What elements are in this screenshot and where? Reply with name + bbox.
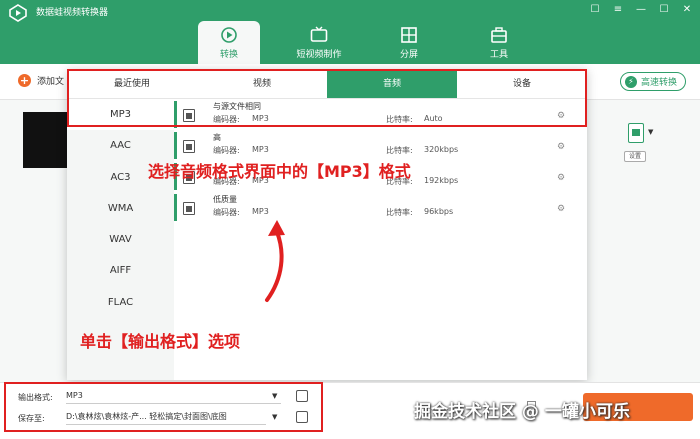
close-button[interactable]: ✕ [680, 3, 694, 17]
add-file-button[interactable]: + 添加文 [18, 74, 64, 87]
feedback-icon[interactable]: ☐ [588, 3, 602, 17]
app-logo-icon [9, 4, 27, 22]
bitrate-value: 96kbps [424, 207, 454, 216]
format-item-aiff[interactable]: AIFF [67, 255, 174, 286]
window-controls: ☐ ≡ — ☐ ✕ [588, 3, 694, 17]
nav-tab-split-screen[interactable]: 分屏 [378, 21, 440, 65]
save-path-field[interactable]: D:\袁林炫\袁林炫-产... 轻松搞定\封面图\底图 [66, 409, 266, 425]
watermark: 掘金技术社区 @ 一罐小可乐 [414, 402, 630, 422]
plus-icon: + [18, 74, 31, 87]
tab-recent[interactable]: 最近使用 [67, 69, 197, 98]
gear-icon[interactable]: ⚙ [557, 204, 565, 214]
gear-icon[interactable]: ⚙ [557, 142, 565, 152]
format-item-wma[interactable]: WMA [67, 193, 174, 224]
app-header: 数据蛙视频转换器 ☐ ≡ — ☐ ✕ 转换 短视频制作 分屏 工具 [0, 0, 700, 65]
video-thumbnail[interactable] [23, 112, 69, 168]
preset-bar [174, 194, 177, 221]
bitrate-value: 320kbps [424, 145, 459, 154]
preset-name: 高 [213, 133, 221, 142]
preset-name: 低质量 [213, 195, 237, 204]
nav-tab-label: 工具 [489, 50, 508, 60]
codec-value: MP3 [252, 145, 269, 154]
minimize-button[interactable]: — [634, 3, 648, 17]
annotation-arrow-icon [265, 220, 285, 302]
codec-value: MP3 [252, 207, 269, 216]
toolbox-icon [491, 27, 507, 43]
gear-icon[interactable]: ⚙ [557, 173, 565, 183]
preset-item[interactable]: 低质量 编码器: MP3 比特率: 96kbps ⚙ [174, 192, 587, 223]
format-settings-icon[interactable] [296, 390, 308, 402]
folder-icon[interactable] [296, 411, 308, 423]
nav-tab-label: 分屏 [399, 50, 418, 60]
nav-tab-short-video[interactable]: 短视频制作 [288, 21, 350, 65]
nav-tab-label: 短视频制作 [296, 50, 342, 60]
high-speed-toggle[interactable]: ⚡ 高速转换 [619, 72, 686, 91]
preset-item[interactable]: 与源文件相同 编码器: MP3 比特率: Auto ⚙ [174, 99, 587, 130]
gear-icon[interactable]: ⚙ [557, 111, 565, 121]
add-file-label: 添加文 [37, 77, 65, 87]
save-to-label: 保存至: [18, 414, 45, 423]
format-item-aac[interactable]: AAC [67, 130, 174, 161]
nav-tab-convert[interactable]: 转换 [198, 21, 260, 65]
nav-tab-tools[interactable]: 工具 [468, 21, 530, 65]
bitrate-label: 比特率: [386, 146, 413, 155]
codec-label: 编码器: [213, 208, 240, 217]
app-title: 数据蛙视频转换器 [36, 8, 109, 18]
tv-icon [310, 26, 328, 42]
bitrate-value: Auto [424, 114, 443, 123]
audio-file-icon [183, 140, 195, 153]
codec-label: 编码器: [213, 146, 240, 155]
output-format-select[interactable]: MP3 [66, 388, 281, 404]
tab-audio[interactable]: 音频 [327, 69, 457, 98]
codec-value: MP3 [252, 114, 269, 123]
maximize-button[interactable]: ☐ [657, 3, 671, 17]
bolt-icon: ⚡ [624, 75, 637, 88]
output-format-label: 输出格式: [18, 393, 53, 402]
annotation-click-output: 单击【输出格式】选项 [80, 332, 241, 351]
format-tabs: 最近使用 视频 音频 设备 [67, 69, 587, 99]
preset-bar [174, 132, 177, 159]
format-item-wav[interactable]: WAV [67, 224, 174, 255]
chevron-down-icon[interactable]: ▼ [648, 128, 653, 136]
output-format-icon[interactable] [628, 123, 644, 143]
chevron-down-icon[interactable]: ▼ [272, 413, 277, 421]
preset-item[interactable]: 高 编码器: MP3 比特率: 320kbps ⚙ [174, 130, 587, 161]
format-item-flac[interactable]: FLAC [67, 287, 174, 318]
audio-file-icon [183, 202, 195, 215]
high-speed-label: 高速转换 [640, 78, 677, 88]
preset-name: 与源文件相同 [213, 102, 261, 111]
nav-tab-label: 转换 [219, 50, 238, 60]
format-item-mp3[interactable]: MP3 [67, 99, 174, 131]
tab-device[interactable]: 设备 [457, 69, 587, 98]
main-nav: 转换 短视频制作 分屏 工具 [198, 21, 558, 65]
menu-icon[interactable]: ≡ [611, 3, 625, 17]
convert-icon [221, 27, 237, 43]
bitrate-value: 192kbps [424, 176, 459, 185]
audio-file-icon [183, 109, 195, 122]
bitrate-label: 比特率: [386, 208, 413, 217]
split-screen-icon [401, 27, 417, 43]
preset-selected-bar [174, 101, 177, 128]
tab-video[interactable]: 视频 [197, 69, 327, 98]
chevron-down-icon[interactable]: ▼ [272, 392, 277, 400]
annotation-select-mp3: 选择音频格式界面中的【MP3】格式 [148, 162, 411, 181]
codec-label: 编码器: [213, 115, 240, 124]
bitrate-label: 比特率: [386, 115, 413, 124]
settings-button[interactable]: 设置 [624, 151, 646, 162]
